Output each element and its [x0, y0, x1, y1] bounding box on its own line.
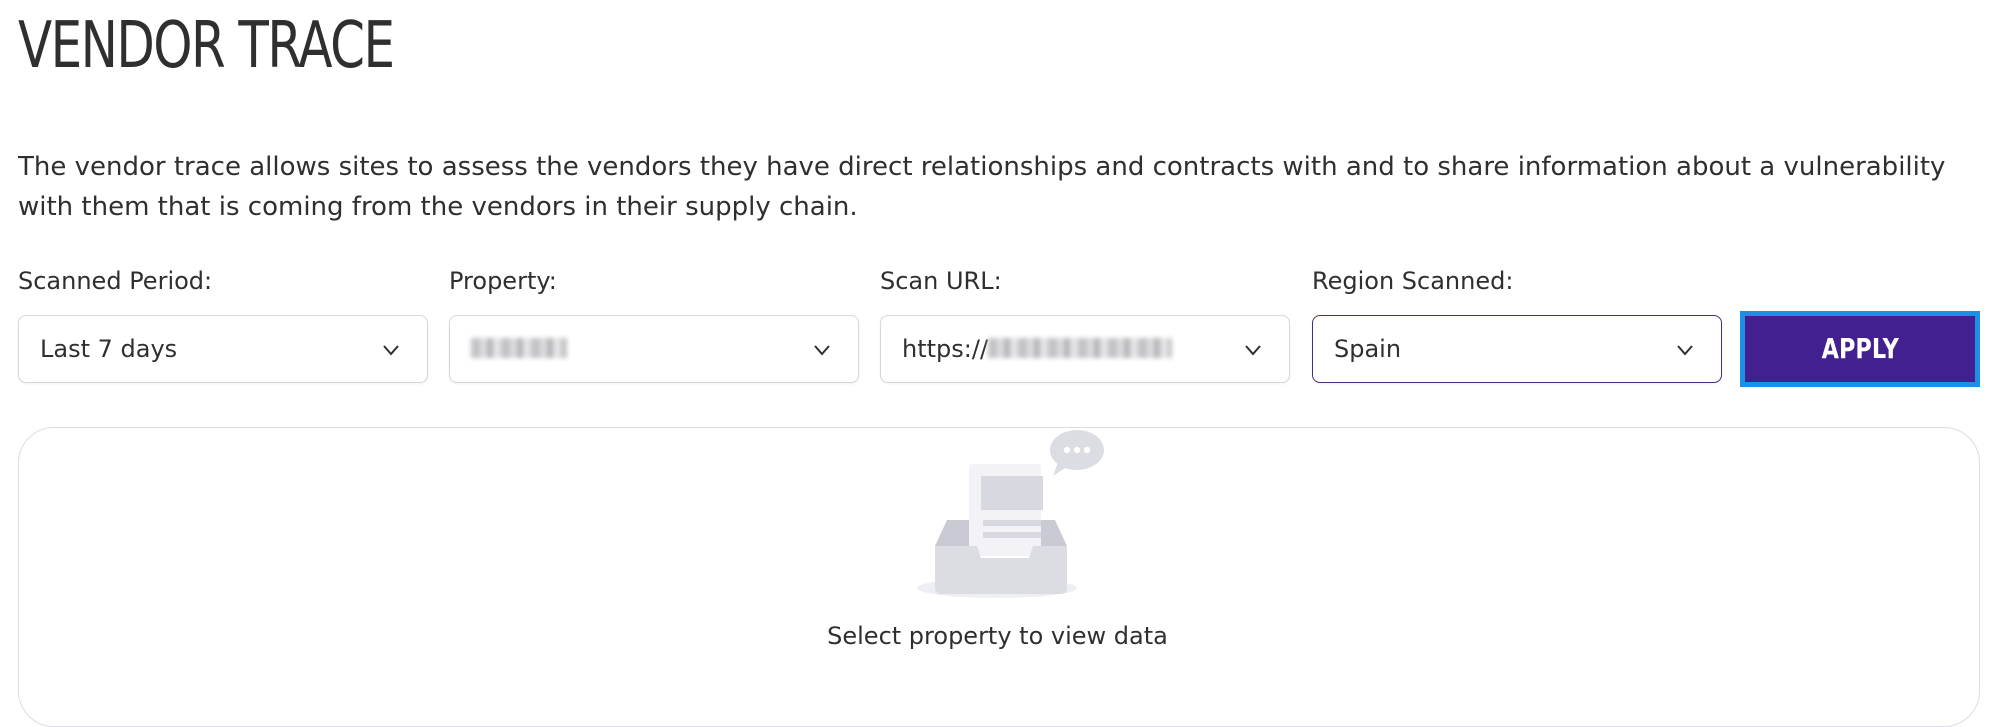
apply-button-label: APPLY — [1821, 332, 1899, 365]
scan-url-select[interactable]: https:// — [880, 315, 1290, 383]
scanned-period-label: Scanned Period: — [18, 267, 213, 295]
chevron-down-icon — [383, 345, 399, 356]
page-title: VENDOR TRACE — [18, 9, 395, 83]
chevron-down-icon — [1677, 345, 1693, 356]
region-scanned-label: Region Scanned: — [1312, 267, 1514, 295]
redacted-url-text — [988, 338, 1173, 358]
scan-url-value: https:// — [902, 316, 1173, 384]
property-label: Property: — [449, 267, 557, 295]
apply-button[interactable]: APPLY — [1740, 311, 1980, 387]
scanned-period-select[interactable]: Last 7 days — [18, 315, 428, 383]
region-scanned-value: Spain — [1334, 335, 1402, 363]
property-value — [471, 316, 567, 384]
redacted-property-text — [471, 338, 567, 358]
chevron-down-icon — [1245, 345, 1261, 356]
chevron-down-icon — [814, 345, 830, 356]
scan-url-label: Scan URL: — [880, 267, 1002, 295]
page-description: The vendor trace allows sites to assess … — [18, 152, 1946, 222]
empty-state-message: Select property to view data — [827, 622, 1168, 650]
scanned-period-value: Last 7 days — [40, 335, 178, 363]
property-select[interactable] — [449, 315, 859, 383]
region-scanned-select[interactable]: Spain — [1312, 315, 1722, 383]
empty-inbox-icon — [917, 430, 1104, 598]
